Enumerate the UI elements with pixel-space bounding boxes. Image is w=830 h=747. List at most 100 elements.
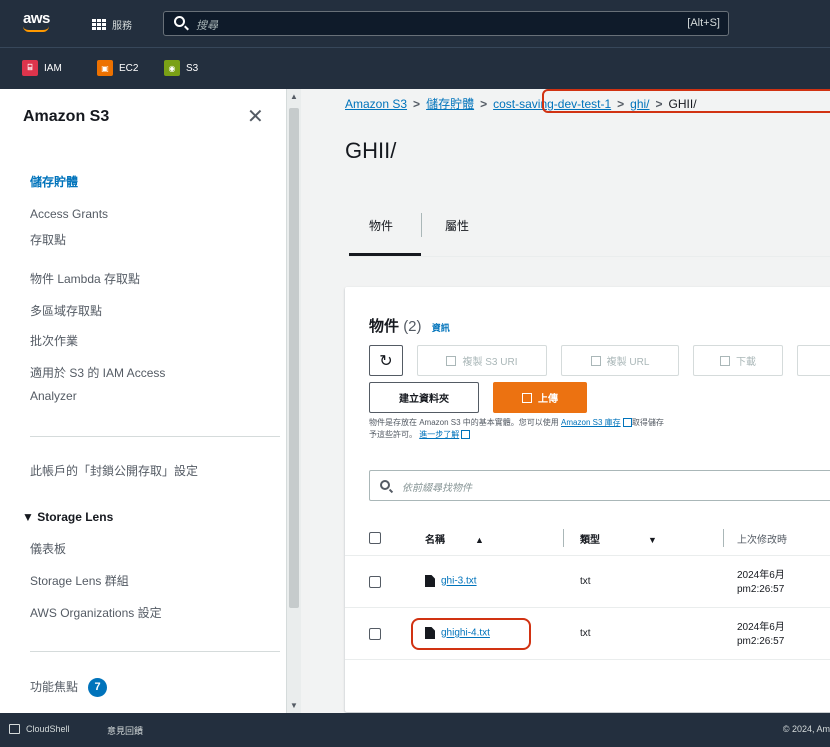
favorite-label: EC2 bbox=[119, 62, 139, 74]
column-name[interactable]: 名稱 ▲ bbox=[425, 531, 484, 546]
object-type-cell: txt bbox=[580, 628, 591, 639]
sidebar-item-access-points[interactable]: 存取點 bbox=[30, 230, 66, 250]
search-icon bbox=[174, 16, 185, 27]
object-link[interactable]: ghi-3.txt bbox=[441, 576, 477, 587]
download-icon bbox=[720, 355, 730, 366]
storage-lens-title: Storage Lens bbox=[37, 510, 114, 524]
sort-ascending-icon[interactable]: ▲ bbox=[475, 535, 484, 545]
tab-properties[interactable]: 屬性 bbox=[445, 217, 469, 234]
objects-count: (2) bbox=[403, 318, 422, 335]
terminal-icon bbox=[9, 724, 20, 734]
row-checkbox[interactable] bbox=[369, 628, 381, 640]
inventory-link[interactable]: Amazon S3 庫存 bbox=[561, 418, 621, 427]
copy-icon bbox=[446, 355, 457, 366]
object-filter-input[interactable]: 依前綴尋找物件 bbox=[369, 470, 830, 501]
sidebar-item-multi-region[interactable]: 多區域存取點 bbox=[30, 301, 102, 321]
upload-icon bbox=[522, 392, 532, 403]
s3-icon: ◉ bbox=[164, 60, 180, 76]
copy-url-button[interactable]: 複製 URL bbox=[561, 345, 679, 376]
breadcrumb-amazon-s3[interactable]: Amazon S3 bbox=[345, 97, 407, 111]
sidebar-scroll-thumb[interactable] bbox=[289, 108, 299, 608]
sidebar-item-dashboards[interactable]: 儀表板 bbox=[30, 539, 66, 559]
sidebar-item-access-grants[interactable]: Access Grants bbox=[30, 204, 108, 224]
breadcrumb-buckets[interactable]: 儲存貯體 bbox=[426, 97, 474, 111]
row-checkbox[interactable] bbox=[369, 576, 381, 588]
cloudshell-button[interactable]: CloudShell bbox=[9, 724, 70, 734]
search-input[interactable]: 搜尋 [Alt+S] bbox=[163, 11, 729, 36]
close-icon[interactable]: ✕ bbox=[247, 104, 264, 129]
refresh-icon: ↻ bbox=[379, 352, 393, 370]
sidebar-item-object-lambda[interactable]: 物件 Lambda 存取點 bbox=[30, 269, 140, 289]
column-type[interactable]: 類型 ▼ bbox=[580, 531, 657, 546]
favorites-bar: ⌸ IAM ▣ EC2 ◉ S3 bbox=[0, 47, 830, 89]
sidebar-item-batch-ops[interactable]: 批次作業 bbox=[30, 331, 78, 351]
external-link-icon bbox=[461, 430, 471, 440]
refresh-button[interactable]: ↻ bbox=[369, 345, 403, 376]
object-time-cell: pm2:26:57 bbox=[737, 636, 785, 647]
object-date-cell: 2024年6月 bbox=[737, 622, 785, 633]
column-last-modified[interactable]: 上次修改時 bbox=[737, 531, 787, 546]
chevron-right-icon: > bbox=[480, 97, 488, 111]
top-navigation: aws 服務 搜尋 [Alt+S] bbox=[0, 0, 830, 47]
sort-descending-icon[interactable]: ▼ bbox=[648, 535, 657, 545]
column-separator bbox=[723, 529, 724, 547]
copy-s3-uri-button[interactable]: 複製 S3 URI bbox=[417, 345, 547, 376]
scroll-down-icon[interactable]: ▼ bbox=[290, 701, 298, 710]
favorite-ec2[interactable]: ▣ EC2 bbox=[97, 60, 138, 76]
file-icon bbox=[425, 575, 435, 587]
select-all-checkbox[interactable] bbox=[369, 532, 381, 544]
feedback-link[interactable]: 意見回饋 bbox=[107, 724, 143, 737]
sidebar-item-iam-analyzer-2[interactable]: Analyzer bbox=[30, 386, 77, 406]
sidebar-item-iam-analyzer[interactable]: 適用於 S3 的 IAM Access bbox=[30, 363, 165, 383]
highlight-annotation bbox=[411, 618, 531, 650]
download-label: 下載 bbox=[736, 357, 756, 368]
grid-icon bbox=[92, 18, 106, 31]
search-icon bbox=[380, 480, 390, 490]
tab-baseline bbox=[349, 256, 830, 257]
info-link[interactable]: 資訊 bbox=[432, 323, 450, 333]
upload-label: 上傳 bbox=[538, 394, 558, 405]
column-separator bbox=[563, 529, 564, 547]
upload-button[interactable]: 上傳 bbox=[493, 382, 587, 413]
tab-objects[interactable]: 物件 bbox=[369, 217, 393, 234]
sidebar: Amazon S3 ✕ 儲存貯體 Access Grants 存取點 物件 La… bbox=[0, 89, 287, 713]
object-type-cell: txt bbox=[580, 576, 591, 587]
scroll-up-icon[interactable]: ▲ bbox=[290, 92, 298, 101]
copy-s3-uri-label: 複製 S3 URI bbox=[462, 357, 518, 368]
active-tab-indicator bbox=[349, 253, 421, 256]
filter-placeholder: 依前綴尋找物件 bbox=[402, 483, 472, 494]
services-label: 服務 bbox=[112, 21, 132, 32]
favorite-s3[interactable]: ◉ S3 bbox=[164, 60, 198, 76]
sidebar-title: Amazon S3 bbox=[23, 108, 110, 125]
column-type-label: 類型 bbox=[580, 535, 600, 546]
aws-logo[interactable]: aws bbox=[23, 10, 50, 32]
favorite-iam[interactable]: ⌸ IAM bbox=[22, 60, 62, 76]
copy-url-label: 複製 URL bbox=[606, 357, 650, 368]
sidebar-item-feature-spotlight[interactable]: 功能焦點 7 bbox=[30, 677, 108, 698]
copyright: © 2024, Am bbox=[782, 724, 830, 734]
objects-help-text: 物件是存放在 Amazon S3 中的基本實體。您可以使用 Amazon S3 … bbox=[369, 417, 830, 441]
copy-icon bbox=[590, 355, 601, 366]
object-name-cell: ghi-3.txt bbox=[425, 575, 477, 587]
sidebar-item-storage-lens-groups[interactable]: Storage Lens 群組 bbox=[30, 571, 129, 591]
download-button[interactable]: 下載 bbox=[693, 345, 783, 376]
object-date-cell: 2024年6月 bbox=[737, 570, 785, 581]
help-text-2: 取得儲存 bbox=[631, 418, 664, 427]
page-title: GHII/ bbox=[345, 138, 397, 163]
create-folder-button[interactable]: 建立資料夾 bbox=[369, 382, 479, 413]
main-content: Amazon S3 > 儲存貯體 > cost-saving-dev-test-1 > gh… bbox=[301, 89, 830, 713]
services-menu-button[interactable]: 服務 bbox=[92, 17, 132, 32]
favorite-label: IAM bbox=[44, 62, 62, 74]
objects-header: 物件 (2) 資訊 bbox=[369, 315, 450, 336]
storage-lens-section[interactable]: ▼ Storage Lens bbox=[22, 510, 113, 524]
sidebar-item-buckets[interactable]: 儲存貯體 bbox=[30, 172, 78, 192]
divider bbox=[30, 436, 280, 437]
more-actions-button[interactable] bbox=[797, 345, 830, 376]
divider bbox=[30, 651, 280, 652]
sidebar-item-org-settings[interactable]: AWS Organizations 設定 bbox=[30, 603, 162, 623]
object-time-cell: pm2:26:57 bbox=[737, 584, 785, 595]
chevron-right-icon: > bbox=[413, 97, 421, 111]
learn-more-link[interactable]: 進一步了解 bbox=[419, 430, 459, 439]
external-link-icon bbox=[622, 418, 632, 428]
sidebar-item-block-public-access[interactable]: 此帳戶的「封鎖公開存取」設定 bbox=[30, 461, 198, 481]
